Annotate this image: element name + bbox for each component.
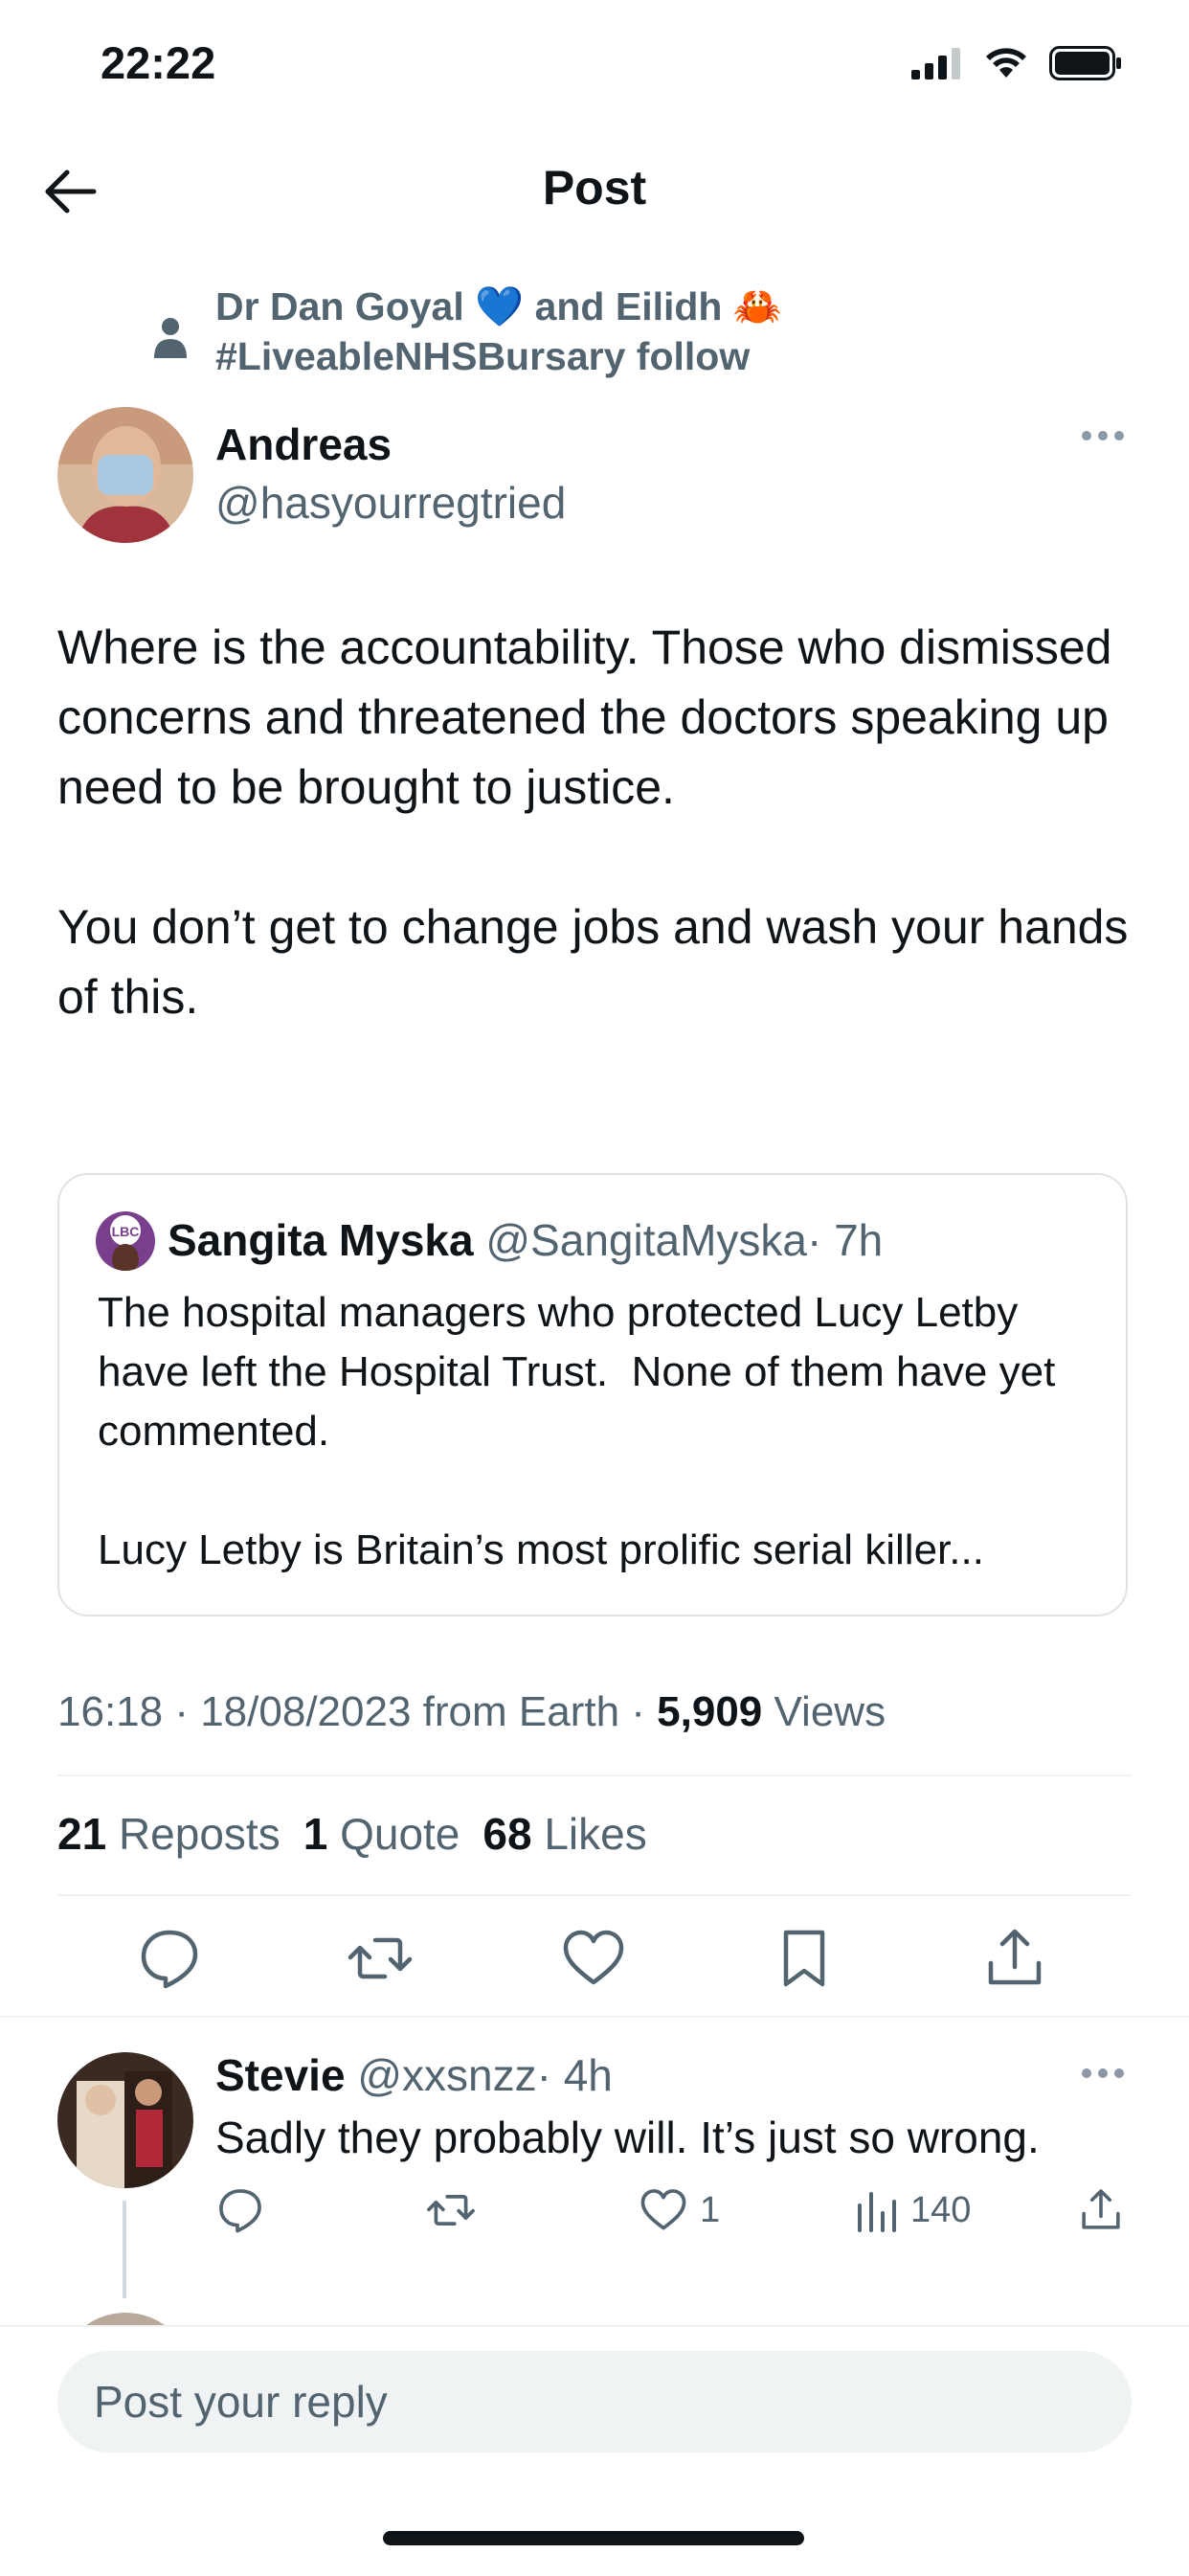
quote-time: · 7h	[806, 1215, 884, 1265]
more-icon	[1082, 2068, 1091, 2078]
repost-icon	[427, 2195, 475, 2226]
more-options-button[interactable]	[1082, 431, 1124, 441]
thread-line	[123, 2201, 126, 2298]
post-timestamp: 16:18 · 18/08/2023 from Earth ·	[57, 1688, 645, 1735]
reply-views-button[interactable]: 140	[855, 2183, 971, 2237]
quote-header: Sangita Myska @SangitaMyska· 7h	[168, 1214, 883, 1266]
reply-icon[interactable]	[136, 1925, 203, 1992]
person-icon	[154, 318, 187, 358]
reply-share-button[interactable]	[1077, 2183, 1125, 2237]
views-count: 5,909	[657, 1688, 763, 1735]
reply-time: · 4h	[536, 2050, 613, 2100]
page-title: Post	[542, 161, 647, 215]
heart-icon	[640, 2189, 686, 2230]
author-name[interactable]: Andreas	[215, 418, 392, 470]
bookmark-icon[interactable]	[771, 1925, 838, 1992]
repost-icon[interactable]	[347, 1925, 414, 1992]
heart-icon[interactable]	[560, 1925, 627, 1992]
divider	[0, 2016, 1189, 2018]
likes-stat[interactable]: 68 Likes	[482, 1808, 646, 1860]
reply-avatar[interactable]	[57, 2052, 193, 2188]
quote-avatar: LBC	[96, 1211, 155, 1271]
reply-like-count: 1	[700, 2189, 721, 2230]
divider	[57, 1894, 1132, 1896]
quote-text: The hospital managers who protected Lucy…	[98, 1289, 1056, 1573]
post-meta: 16:18 · 18/08/2023 from Earth · 5,909 Vi…	[57, 1688, 886, 1736]
reply-more-options-button[interactable]	[1082, 2068, 1124, 2078]
engagement-stats: 21 Reposts 1 Quote 68 Likes	[57, 1808, 647, 1860]
battery-icon	[1049, 46, 1121, 80]
reply-views-count: 140	[910, 2189, 972, 2230]
quote-author-name: Sangita Myska	[168, 1215, 474, 1265]
reply-repost-button[interactable]	[424, 2183, 478, 2237]
reply-input[interactable]: Post your reply	[57, 2351, 1132, 2452]
reply-icon	[219, 2189, 261, 2233]
author-avatar[interactable]	[57, 407, 193, 543]
reply-author-name[interactable]: Stevie	[215, 2050, 346, 2100]
reply-action-bar: 1 140	[215, 2183, 1134, 2241]
views-label: Views	[774, 1688, 886, 1735]
social-context-text[interactable]: Dr Dan Goyal 💙 and Eilidh 🦀 #LiveableNHS…	[215, 282, 1077, 381]
more-icon	[1082, 431, 1091, 441]
reply-reply-button[interactable]	[215, 2183, 265, 2237]
status-time: 22:22	[101, 37, 216, 88]
quote-author-handle: @SangitaMyska	[485, 1215, 807, 1265]
reply-author-handle[interactable]: @xxsnzz	[357, 2050, 536, 2100]
svg-text:LBC: LBC	[112, 1224, 140, 1239]
reply-header: Stevie @xxsnzz· 4h	[215, 2049, 613, 2101]
wifi-icon	[986, 48, 1026, 78]
views-icon	[858, 2192, 896, 2232]
quotes-stat[interactable]: 1 Quote	[303, 1808, 460, 1860]
author-handle[interactable]: @hasyourregtried	[215, 477, 566, 529]
divider	[57, 1774, 1132, 1776]
reply-like-button[interactable]: 1	[639, 2183, 720, 2237]
home-indicator[interactable]	[383, 2531, 804, 2545]
status-icons	[911, 46, 1124, 80]
reposts-stat[interactable]: 21 Reposts	[57, 1808, 280, 1860]
post-action-bar	[57, 1925, 1132, 2001]
reply-text: Sadly they probably will. It’s just so w…	[215, 2113, 1040, 2162]
share-icon	[1082, 2189, 1120, 2229]
signal-icon	[911, 48, 960, 79]
post-text: Where is the accountability. Those who d…	[57, 621, 1129, 1024]
share-icon[interactable]	[981, 1925, 1048, 1992]
